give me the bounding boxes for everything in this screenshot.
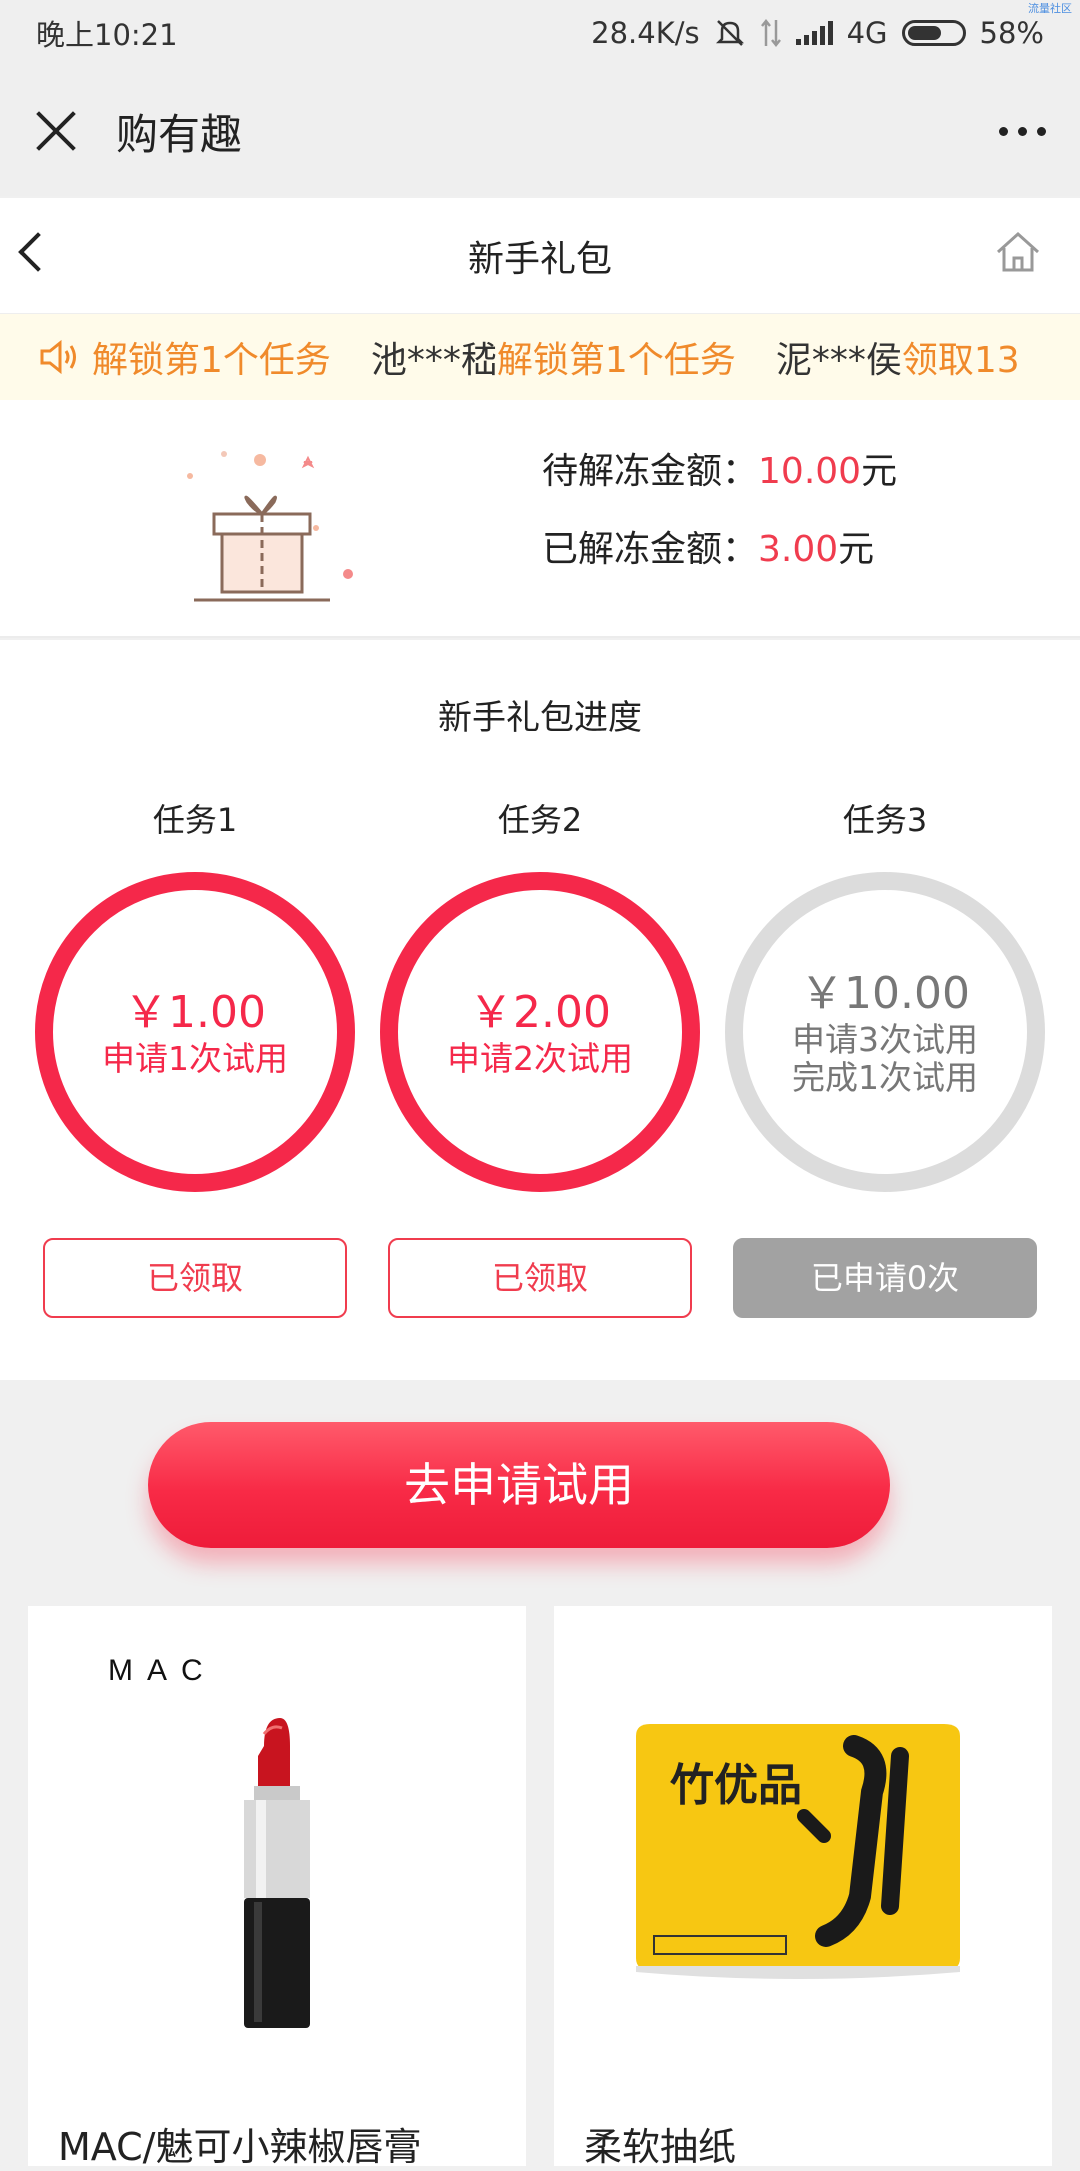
- app-bar: 购有趣: [0, 66, 1080, 196]
- page-header: 新手礼包: [0, 198, 1080, 314]
- network-type: 4G: [846, 16, 888, 50]
- ticker-item: 泥***侯领取13: [775, 340, 1020, 381]
- ticker-item: 解锁第1个任务: [92, 340, 331, 381]
- gift-box-icon: [187, 451, 353, 602]
- battery-level: 58%: [979, 16, 1044, 50]
- apply-trial-button[interactable]: 去申请试用: [148, 1422, 890, 1548]
- svg-text:MAC: MAC: [108, 1654, 217, 1687]
- task-label: 任务2: [497, 801, 583, 839]
- product-name: MAC/魅可小辣椒唇膏: [58, 2125, 422, 2169]
- task-amount: ￥1.00: [124, 987, 266, 1038]
- network-speed: 28.4K/s: [591, 16, 700, 50]
- product-card[interactable]: MAC MAC/魅可小辣椒唇膏: [28, 1606, 526, 2169]
- task-description: 申请3次试用: [792, 1020, 978, 1059]
- corner-watermark: 流量社区: [1028, 2, 1072, 15]
- cta-area: 去申请试用: [0, 1382, 1080, 1606]
- task-progress-circle: ￥10.00 申请3次试用 完成1次试用: [725, 872, 1045, 1192]
- close-icon[interactable]: [34, 109, 78, 153]
- signal-icon: [795, 21, 833, 45]
- speaker-icon: [40, 339, 76, 375]
- product-card[interactable]: 竹优品 柔软抽纸: [554, 1606, 1052, 2169]
- mute-icon: [715, 20, 744, 46]
- back-icon[interactable]: [18, 232, 58, 272]
- gift-progress: 新手礼包进度 任务1 ￥1.00 申请1次试用 已领取 任务2 ￥2.00 申请…: [0, 640, 1080, 1380]
- data-arrows-icon: [760, 18, 781, 48]
- task-label: 任务1: [152, 801, 238, 839]
- amount-summary: 待解冻金额：10.00元 已解冻金额：3.00元: [0, 400, 1080, 638]
- progress-title: 新手礼包进度: [438, 698, 642, 738]
- status-bar: 晚上10:21 28.4K/s 4G 58% 流量社区: [0, 0, 1080, 66]
- svg-text:竹优品: 竹优品: [670, 1761, 802, 1810]
- product-name: 柔软抽纸: [584, 2125, 737, 2169]
- task-label: 任务3: [842, 801, 928, 839]
- task-amount: ￥10.00: [800, 968, 970, 1019]
- battery-icon: [901, 20, 966, 46]
- app-title: 购有趣: [116, 109, 243, 159]
- more-menu-icon[interactable]: [999, 126, 1046, 136]
- status-time: 晚上10:21: [36, 18, 178, 52]
- task-card-1: 任务1 ￥1.00 申请1次试用 已领取: [30, 798, 360, 1318]
- announcement-ticker: 解锁第1个任务 池***嵇解锁第1个任务 泥***侯领取13: [0, 314, 1080, 400]
- task-progress-circle: ￥1.00 申请1次试用: [35, 872, 355, 1192]
- page-title: 新手礼包: [467, 238, 612, 280]
- task-card-3: 任务3 ￥10.00 申请3次试用 完成1次试用 已申请0次: [720, 798, 1050, 1318]
- pending-amount: 待解冻金额：10.00元: [542, 451, 898, 492]
- task-progress-circle: ￥2.00 申请2次试用: [380, 872, 700, 1192]
- home-icon[interactable]: [994, 228, 1042, 276]
- ticker-track: 解锁第1个任务 池***嵇解锁第1个任务 泥***侯领取13: [92, 331, 1060, 383]
- task-description: 申请2次试用: [447, 1039, 633, 1078]
- task-amount: ￥2.00: [469, 987, 611, 1038]
- ticker-item: 池***嵇解锁第1个任务: [370, 340, 736, 381]
- tissue-pack-image: 竹优品: [636, 1724, 960, 1979]
- task-description-extra: 完成1次试用: [792, 1058, 978, 1097]
- product-grid: MAC MAC/魅可小辣椒唇膏 竹优品 柔软抽纸: [0, 1606, 1080, 2169]
- task-status-button[interactable]: 已申请0次: [733, 1238, 1037, 1318]
- task-description: 申请1次试用: [102, 1039, 288, 1078]
- task-claimed-button[interactable]: 已领取: [388, 1238, 692, 1318]
- task-card-2: 任务2 ￥2.00 申请2次试用 已领取: [375, 798, 705, 1318]
- amount-lines: 待解冻金额：10.00元 已解冻金额：3.00元: [542, 442, 897, 598]
- task-claimed-button[interactable]: 已领取: [43, 1238, 347, 1318]
- status-indicators: 28.4K/s 4G 58%: [591, 16, 1044, 50]
- released-amount: 已解冻金额：3.00元: [542, 529, 875, 570]
- lipstick-image: MAC: [108, 1654, 310, 2028]
